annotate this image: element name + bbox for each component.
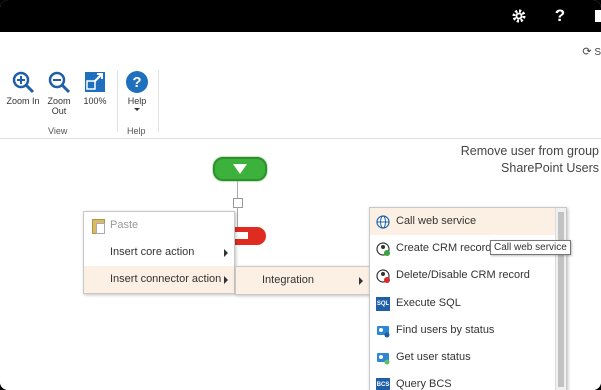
chevron-right-icon [224,276,228,284]
chevron-right-icon [359,277,363,285]
menu-item-insert-core-action[interactable]: Insert core action [84,239,234,266]
workflow-title-line2: SharePoint Users [501,161,599,175]
zoom-100-button[interactable]: 100% [78,70,112,106]
chevron-right-icon [224,249,228,257]
user-status-icon [377,352,390,365]
insert-point[interactable] [233,198,243,208]
question-icon: ? [554,6,566,25]
integration-actions-menu: Call web service Create CRM record Delet… [369,207,567,390]
menu-item-delete-disable-crm-record[interactable]: Delete/Disable CRM record [370,262,566,289]
menu-item-call-web-service[interactable]: Call web service [370,208,566,236]
zoom-in-label: Zoom In [6,96,40,106]
menu-item-find-users-by-status[interactable]: Find users by status [370,317,566,344]
help-ribbon-label: Help [127,96,147,106]
help-circle-icon: ? [125,70,149,94]
view-group-label: View [48,126,68,136]
menu-item-label: Call web service [396,215,477,227]
menu-item-insert-connector-action[interactable]: Insert connector action [84,266,234,293]
menu-item-label: Delete/Disable CRM record [396,269,530,282]
bcs-icon: BCS [376,378,390,390]
help-ribbon-button[interactable]: ? Help [120,70,154,111]
command-bar: ⟳ S [0,32,601,66]
menu-item-label: Create CRM record [396,242,492,255]
menu-scrollbar[interactable] [555,208,566,390]
connector-line [237,207,238,227]
menu-item-label: Insert connector action [110,273,222,285]
zoom-out-button[interactable]: Zoom Out [42,70,76,116]
suite-bar: ? [0,0,601,32]
chevron-down-icon [134,108,140,111]
menu-item-label: Insert core action [110,246,195,258]
account-button[interactable] [595,10,601,22]
menu-item-label: Find users by status [396,323,495,336]
menu-item-label: Get user status [396,350,471,363]
ribbon-divider [117,70,118,132]
globe-icon [376,215,390,229]
zoom-in-button[interactable]: Zoom In [6,70,40,106]
paste-icon [92,219,105,234]
svg-text:?: ? [132,74,141,91]
menu-item-label: Execute SQL [396,296,461,309]
ribbon: Zoom In Zoom Out 100% View ? Help Help [0,66,601,139]
settings-button[interactable] [499,0,539,32]
menu-item-execute-sql[interactable]: SQL Execute SQL [370,290,566,317]
workflow-title-line1: Remove user from group [460,144,599,158]
menu-item-query-bcs[interactable]: BCS Query BCS [370,371,566,390]
menu-item-label: Query BCS [396,378,452,390]
zoom-100-label: 100% [83,96,107,106]
sync-button[interactable]: ⟳ S [582,45,601,58]
menu-item-integration[interactable]: Integration [236,267,369,294]
stop-icon [234,232,248,239]
sql-icon: SQL [376,296,390,311]
sync-icon: ⟳ [582,46,592,58]
context-menu: Paste Insert core action Insert connecto… [83,211,235,294]
workflow-title: Remove user from group SharePoint Users [461,143,599,177]
workflow-start-node[interactable] [213,157,267,181]
help-group-label: Help [127,126,146,136]
sync-label: S [594,47,601,58]
zoom-out-icon [47,70,71,94]
find-users-icon [377,325,390,338]
connector-submenu: Integration [235,266,370,295]
menu-item-get-user-status[interactable]: Get user status [370,344,566,371]
zoom-out-label: Zoom Out [47,96,71,116]
help-button[interactable]: ? [540,0,580,32]
crm-create-icon [376,242,390,257]
menu-item-paste[interactable]: Paste [84,212,234,239]
zoom-100-icon [83,70,107,94]
ribbon-divider [158,70,159,132]
connector-line [237,181,238,198]
zoom-in-icon [11,70,35,94]
start-arrow-icon [233,164,247,174]
app-frame: ? ⟳ S Zoom In Zoom Out 100% View ? Help … [0,0,601,390]
crm-delete-icon [376,269,390,284]
scrollbar-thumb[interactable] [558,212,564,387]
tooltip: Call web service [490,240,571,255]
gear-icon [512,9,526,23]
menu-item-label: Integration [262,274,314,286]
menu-item-label: Paste [110,219,139,231]
